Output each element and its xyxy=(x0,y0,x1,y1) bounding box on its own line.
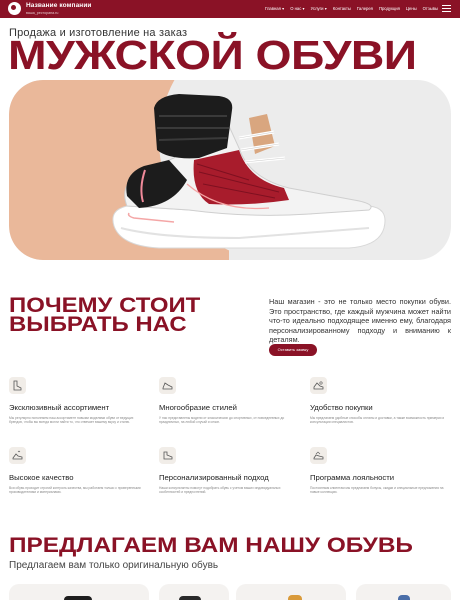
offer-section-subtitle: Предлагаем вам только оригинальную обувь xyxy=(9,560,219,571)
product-card[interactable] xyxy=(9,584,149,600)
why-section-title: ПОЧЕМУ СТОИТ ВЫБРАТЬ НАС xyxy=(9,295,200,336)
nav-item-services[interactable]: Услуги ▾ xyxy=(311,6,327,11)
product-card[interactable] xyxy=(356,584,451,600)
feature-title: Удобство покупки xyxy=(310,403,373,412)
nav-item-reviews[interactable]: Отзывы xyxy=(423,6,438,11)
feature-title: Многообразие стилей xyxy=(159,403,237,412)
product-image xyxy=(288,595,302,600)
feature-card: Многообразие стилей У нас представлены м… xyxy=(159,377,299,425)
why-section-text: Наш магазин - это не только место покупк… xyxy=(269,297,451,345)
feature-title: Программа лояльности xyxy=(310,473,395,482)
cart-shoe-icon xyxy=(310,377,327,394)
chevron-down-icon: ▾ xyxy=(282,6,285,11)
feature-card: Программа лояльности Постоянным клиентам… xyxy=(310,447,450,495)
heel-shoe-icon xyxy=(159,447,176,464)
feature-description: Мы регулярно пополняем наш ассортимент н… xyxy=(9,416,134,425)
feature-title: Эксклюзивный ассортимент xyxy=(9,403,110,412)
feature-card: Персонализированный подход Наши консульт… xyxy=(159,447,299,495)
feature-card: Высокое качество Вся обувь проходит стро… xyxy=(9,447,149,495)
leave-request-button[interactable]: Оставить заявку xyxy=(269,344,317,356)
why-title-line2: ВЫБРАТЬ НАС xyxy=(9,313,187,336)
boot-icon xyxy=(9,377,26,394)
product-card[interactable] xyxy=(236,584,346,600)
nav-label: Главная xyxy=(264,6,281,11)
product-image xyxy=(398,595,410,600)
hero-title: МУЖСКОЙ ОБУВИ xyxy=(8,32,417,78)
sneaker-image xyxy=(112,94,386,249)
feature-description: Наши консультанты помогут подобрать обув… xyxy=(159,486,281,495)
company-logo-icon[interactable] xyxy=(8,2,21,15)
feature-description: Вся обувь проходит строгий контроль каче… xyxy=(9,486,141,495)
feature-title: Высокое качество xyxy=(9,473,74,482)
company-name[interactable]: Название компании xyxy=(26,2,92,9)
chevron-down-icon: ▾ xyxy=(324,6,327,11)
nav-label: Услуги xyxy=(310,6,324,11)
sneaker-icon xyxy=(159,377,176,394)
hero-image xyxy=(9,80,451,260)
nav-item-about[interactable]: О нас ▾ xyxy=(290,6,304,11)
product-card[interactable] xyxy=(159,584,229,600)
feature-description: Мы предлагаем удобные способы оплаты и д… xyxy=(310,416,445,425)
nav-item-products[interactable]: Продукция xyxy=(379,6,400,11)
nav-label: О нас xyxy=(290,6,302,11)
company-tagline: вашa_ресторана.ru xyxy=(26,10,59,15)
quality-shoe-icon xyxy=(9,447,26,464)
nav-item-home[interactable]: Главная ▾ xyxy=(265,6,284,11)
feature-card: Эксклюзивный ассортимент Мы регулярно по… xyxy=(9,377,149,425)
nav-item-contacts[interactable]: Контакты xyxy=(333,6,351,11)
loyalty-shoe-icon xyxy=(310,447,327,464)
feature-card: Удобство покупки Мы предлагаем удобные с… xyxy=(310,377,450,425)
feature-description: Постоянным клиентам мы предлагаем бонусы… xyxy=(310,486,444,495)
top-navbar: Название компании вашa_ресторана.ru Глав… xyxy=(0,0,460,18)
nav-item-gallery[interactable]: Галерея xyxy=(357,6,373,11)
nav-item-prices[interactable]: Цены xyxy=(406,6,417,11)
product-image xyxy=(64,596,92,600)
hamburger-menu-icon[interactable] xyxy=(442,5,451,12)
feature-description: У нас представлены модели от классически… xyxy=(159,416,285,425)
main-nav: Главная ▾ О нас ▾ Услуги ▾ Контакты Гале… xyxy=(265,6,438,11)
feature-title: Персонализированный подход xyxy=(159,473,269,482)
chevron-down-icon: ▾ xyxy=(302,6,305,11)
offer-section-title: ПРЕДЛАГАЕМ ВАМ НАШУ ОБУВЬ xyxy=(9,534,413,557)
product-image xyxy=(179,596,201,600)
